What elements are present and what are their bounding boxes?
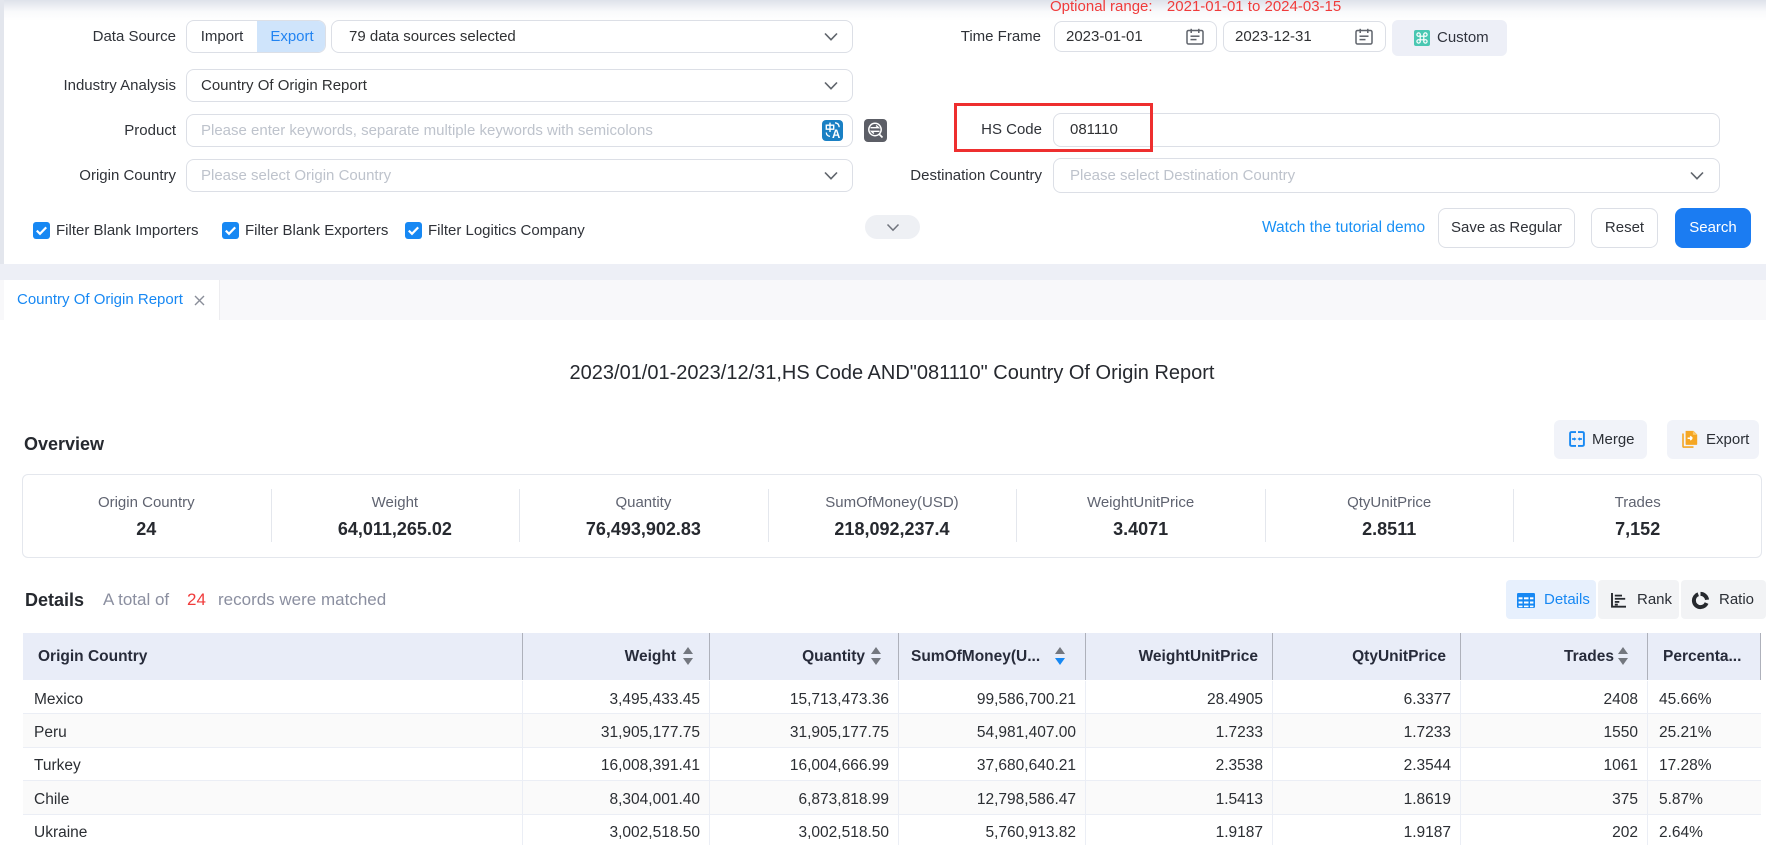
- svg-text:A: A: [832, 129, 840, 141]
